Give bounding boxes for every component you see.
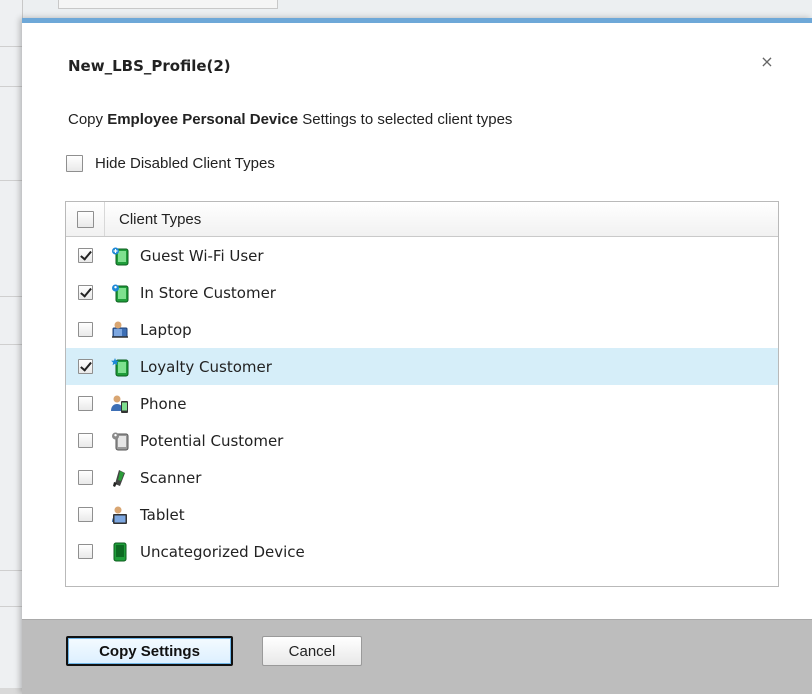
copy-settings-dialog: New_LBS_Profile(2) × Copy Employee Perso… xyxy=(22,18,812,694)
table-row[interactable]: In Store Customer xyxy=(66,274,778,311)
copy-settings-button[interactable]: Copy Settings xyxy=(66,636,233,666)
uncategorized-device-icon xyxy=(110,542,130,562)
table-header: Client Types xyxy=(66,202,778,237)
hide-disabled-label: Hide Disabled Client Types xyxy=(95,155,275,172)
row-checkbox[interactable] xyxy=(77,544,93,559)
row-checkbox[interactable] xyxy=(77,248,93,263)
row-checkbox-cell xyxy=(66,433,104,448)
table-row[interactable]: Laptop xyxy=(66,311,778,348)
row-checkbox-cell xyxy=(66,285,104,300)
scanner-icon xyxy=(110,468,130,488)
table-row[interactable]: Uncategorized Device xyxy=(66,533,778,570)
row-checkbox-cell xyxy=(66,396,104,411)
dialog-footer: Copy Settings Cancel xyxy=(22,619,812,694)
select-all-cell xyxy=(66,202,105,236)
customer-device-icon xyxy=(110,283,130,303)
tablet-user-icon xyxy=(110,505,130,525)
table-row[interactable]: Potential Customer xyxy=(66,422,778,459)
loyalty-device-icon xyxy=(110,357,130,377)
row-checkbox[interactable] xyxy=(77,470,93,485)
row-checkbox-cell xyxy=(66,544,104,559)
table-row[interactable]: Tablet xyxy=(66,496,778,533)
instructions-suffix: Settings to selected client types xyxy=(298,111,513,128)
close-button[interactable]: × xyxy=(758,53,776,71)
row-label: Uncategorized Device xyxy=(140,542,305,561)
dialog-instructions: Copy Employee Personal Device Settings t… xyxy=(68,111,512,128)
row-checkbox[interactable] xyxy=(77,285,93,300)
background-tab xyxy=(58,0,278,9)
table-row[interactable]: Loyalty Customer xyxy=(66,348,778,385)
row-checkbox[interactable] xyxy=(77,322,93,337)
laptop-user-icon xyxy=(110,320,130,340)
close-icon: × xyxy=(760,52,774,71)
client-types-table: Client Types Guest Wi-Fi User In Store Cu… xyxy=(65,201,779,587)
guest-device-icon xyxy=(110,246,130,266)
background-left-column xyxy=(0,0,23,688)
row-label: Guest Wi-Fi User xyxy=(140,246,264,265)
row-checkbox-cell xyxy=(66,359,104,374)
source-client-type: Employee Personal Device xyxy=(107,111,299,128)
row-checkbox[interactable] xyxy=(77,359,93,374)
row-label: Tablet xyxy=(140,505,185,524)
row-label: Scanner xyxy=(140,468,202,487)
row-checkbox-cell xyxy=(66,322,104,337)
row-checkbox[interactable] xyxy=(77,507,93,522)
row-label: Loyalty Customer xyxy=(140,357,272,376)
hide-disabled-checkbox[interactable] xyxy=(66,155,83,172)
row-checkbox-cell xyxy=(66,470,104,485)
row-label: Phone xyxy=(140,394,187,413)
phone-user-icon xyxy=(110,394,130,414)
table-row[interactable]: Scanner xyxy=(66,459,778,496)
table-body: Guest Wi-Fi User In Store Customer Laptop L… xyxy=(66,237,778,570)
row-label: In Store Customer xyxy=(140,283,276,302)
row-checkbox[interactable] xyxy=(77,396,93,411)
instructions-prefix: Copy xyxy=(68,111,108,128)
table-row[interactable]: Guest Wi-Fi User xyxy=(66,237,778,274)
row-checkbox-cell xyxy=(66,507,104,522)
column-header-client-types[interactable]: Client Types xyxy=(119,211,201,228)
potential-device-icon xyxy=(110,431,130,451)
dialog-title: New_LBS_Profile(2) xyxy=(68,57,231,75)
table-row[interactable]: Phone xyxy=(66,385,778,422)
cancel-button[interactable]: Cancel xyxy=(262,636,362,666)
row-checkbox-cell xyxy=(66,248,104,263)
row-checkbox[interactable] xyxy=(77,433,93,448)
row-label: Potential Customer xyxy=(140,431,284,450)
hide-disabled-toggle[interactable]: Hide Disabled Client Types xyxy=(66,155,275,172)
row-label: Laptop xyxy=(140,320,192,339)
select-all-checkbox[interactable] xyxy=(76,210,94,228)
